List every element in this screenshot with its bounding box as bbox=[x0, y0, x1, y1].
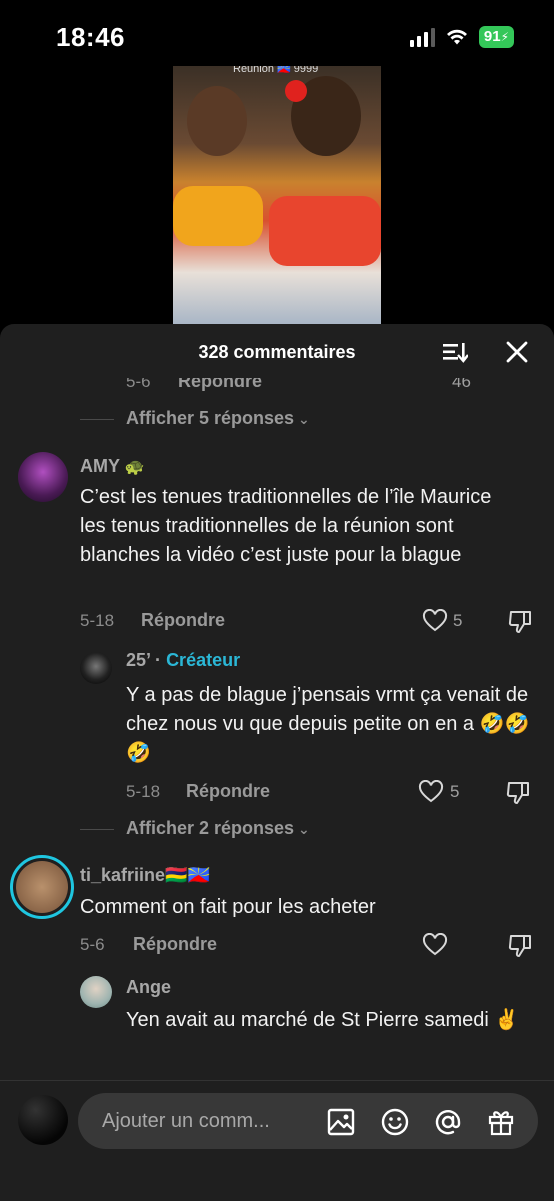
reply-username[interactable]: Ange bbox=[126, 977, 171, 998]
heart-icon[interactable] bbox=[422, 609, 448, 633]
image-icon[interactable] bbox=[326, 1107, 356, 1137]
comment-input-bar: Ajouter un comm... bbox=[0, 1080, 554, 1201]
reply-text: Yen avait au marché de St Pierre samedi … bbox=[126, 1009, 520, 1031]
avatar[interactable] bbox=[80, 652, 112, 684]
story-avatar[interactable] bbox=[10, 855, 74, 919]
comment-username[interactable]: AMY 🐢 bbox=[80, 456, 145, 477]
comment-date: 5-6 bbox=[80, 935, 105, 954]
show-replies-button[interactable]: Afficher 5 réponses ⌄ bbox=[126, 408, 310, 429]
reply-text: Y a pas de blague j’pensais vrmt ça vena… bbox=[126, 684, 530, 764]
comment-username[interactable]: ti_kafriine🇲🇺🇷🇪 bbox=[80, 865, 210, 886]
sheet-header: 328 commentaires bbox=[0, 324, 554, 378]
show-replies-button[interactable]: Afficher 2 réponses ⌄ bbox=[126, 818, 310, 839]
wifi-icon bbox=[446, 29, 467, 45]
emoji-icon[interactable] bbox=[380, 1107, 410, 1137]
reply-button[interactable]: Répondre bbox=[133, 934, 217, 955]
comments-sheet: 328 commentaires 5-6 Répondre 46 Affiche… bbox=[0, 324, 554, 1200]
heart-icon[interactable] bbox=[418, 780, 444, 804]
dislike-icon[interactable] bbox=[505, 780, 531, 806]
gift-icon[interactable] bbox=[486, 1107, 516, 1137]
mention-icon[interactable] bbox=[433, 1107, 463, 1137]
close-icon[interactable] bbox=[505, 340, 529, 364]
like-count: 5 bbox=[450, 782, 460, 801]
avatar[interactable] bbox=[80, 976, 112, 1008]
reply-button[interactable]: Répondre bbox=[186, 781, 270, 802]
comment-text: Comment on fait pour les acheter bbox=[80, 896, 376, 918]
battery-icon: 91⚡ bbox=[478, 26, 514, 48]
reply-button[interactable]: Répondre bbox=[141, 610, 225, 631]
comments-count-title: 328 commentaires bbox=[198, 342, 356, 362]
status-bar: 18:46 91⚡ bbox=[0, 0, 554, 66]
cellular-signal-icon bbox=[409, 27, 435, 47]
creator-badge: Créateur bbox=[166, 650, 241, 670]
comment-input[interactable]: Ajouter un comm... bbox=[78, 1093, 538, 1149]
heart-icon[interactable] bbox=[422, 933, 448, 957]
reply-username[interactable]: 25’ · Créateur bbox=[126, 650, 240, 671]
reply-date: 5-18 bbox=[126, 782, 161, 801]
like-count: 5 bbox=[453, 611, 463, 630]
video-caption: Réunion 🇷🇪 9999 bbox=[233, 66, 319, 75]
avatar[interactable] bbox=[18, 1095, 68, 1145]
comment-input-placeholder: Ajouter un comm... bbox=[102, 1110, 270, 1132]
video-preview[interactable]: Réunion 🇷🇪 9999 bbox=[173, 66, 381, 324]
dislike-icon[interactable] bbox=[507, 933, 533, 959]
comment-date: 5-18 bbox=[80, 611, 115, 630]
sort-icon[interactable] bbox=[442, 340, 468, 364]
comment-text: C’est les tenues traditionnelles de l’îl… bbox=[80, 486, 492, 566]
dislike-icon[interactable] bbox=[507, 609, 533, 635]
status-time: 18:46 bbox=[56, 22, 125, 52]
avatar[interactable] bbox=[18, 452, 68, 502]
partial-comment-actions: 5-6 Répondre 46 bbox=[126, 378, 471, 391]
